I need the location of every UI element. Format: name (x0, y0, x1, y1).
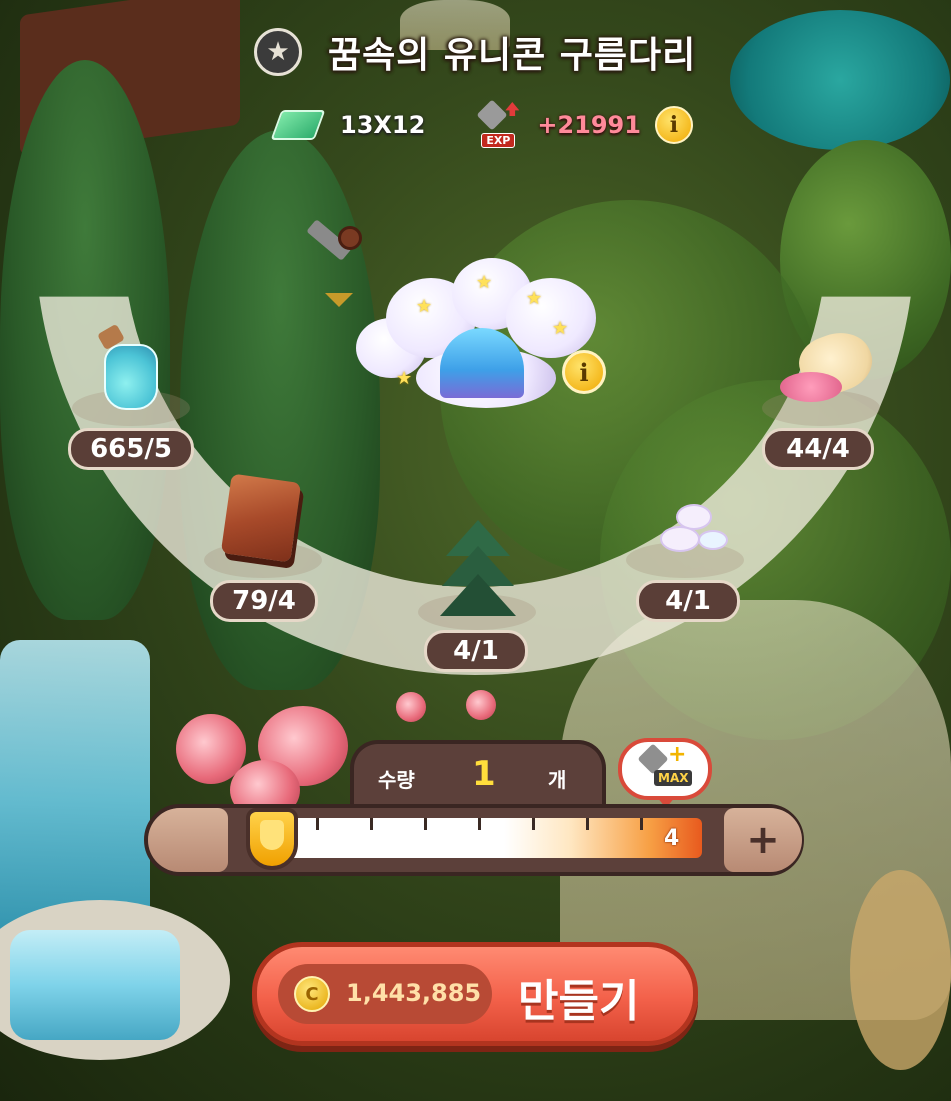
minus-button[interactable] (148, 808, 228, 872)
plus-button[interactable]: + (724, 808, 802, 872)
building-size: 13X12 (340, 111, 426, 139)
cost-value: 1,443,885 (346, 979, 482, 1007)
quantity-label: 수량 (378, 768, 415, 792)
cloud-bridge-icon[interactable]: ★ ★ ★ ★ ★ (356, 258, 600, 418)
quantity-value: 1 (472, 754, 496, 794)
material-count: 4/1 (636, 580, 740, 622)
product-info-icon[interactable]: i (562, 350, 606, 394)
chevron-down-icon (325, 293, 353, 307)
slider-track[interactable] (262, 818, 702, 858)
slider-thumb[interactable] (246, 808, 298, 870)
material-count: 4/1 (424, 630, 528, 672)
max-button[interactable] (618, 738, 712, 800)
material-count: 44/4 (762, 428, 874, 470)
plus-icon: + (668, 742, 687, 767)
exp-value: +21991 (537, 111, 641, 139)
grid-size-icon (270, 110, 326, 140)
potion-bottle-icon[interactable] (104, 344, 158, 410)
material-count: 79/4 (210, 580, 318, 622)
page-title: 꿈속의 유니콘 구름다리 (328, 35, 697, 76)
title-bar: ★ 꿈속의 유니콘 구름다리 (254, 24, 696, 80)
info-icon[interactable]: i (654, 106, 693, 144)
quantity-unit: 개 (548, 768, 567, 792)
wood-plank-icon[interactable] (220, 473, 302, 563)
material-count: 665/5 (68, 428, 194, 470)
max-label: MAX (654, 770, 693, 786)
star-icon: ★ (254, 28, 302, 76)
slider-max-value: 4 (664, 826, 680, 851)
building-info-row: 13X12 EXP +21991 i (270, 99, 693, 150)
coin-icon: C (294, 976, 330, 1012)
make-button-label: 만들기 (518, 976, 640, 1027)
exp-icon: EXP (476, 99, 523, 148)
exp-label: EXP (481, 133, 516, 148)
